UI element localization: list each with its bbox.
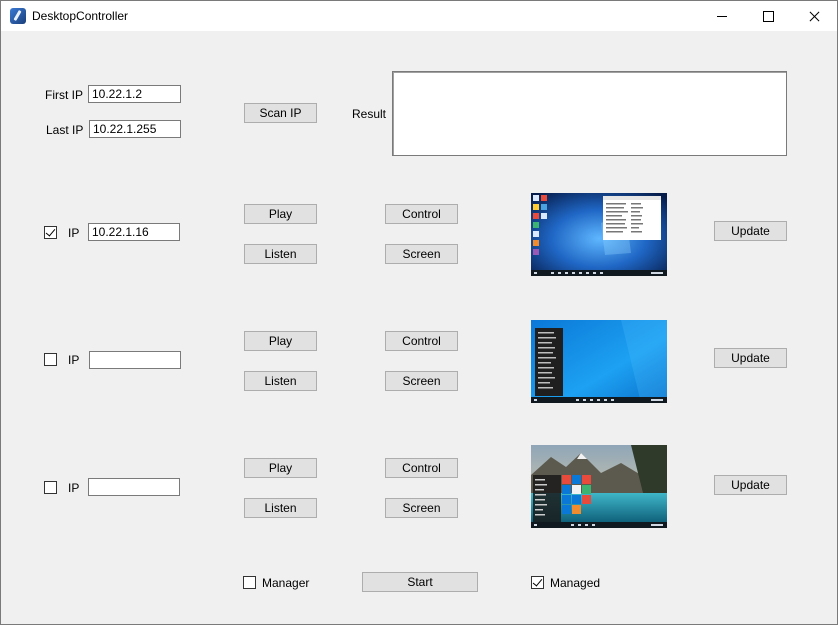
last-ip-label: Last IP [46,123,84,137]
client-3-listen-button[interactable]: Listen [244,498,317,518]
client-2-listen-button[interactable]: Listen [244,371,317,391]
client-2-ip-label: IP [68,353,80,367]
client-3-play-button[interactable]: Play [244,458,317,478]
client-1-screen-thumbnail [531,193,667,276]
app-window: DesktopController First IP Last IP Scan … [0,0,838,625]
minimize-icon[interactable] [699,1,745,31]
client-2-checkbox[interactable] [44,353,57,366]
client-2-control-button[interactable]: Control [385,331,458,351]
client-3-screen-thumbnail [531,445,667,528]
manager-label: Manager [262,576,310,590]
client-3-ip-label: IP [68,481,80,495]
client-3-update-button[interactable]: Update [714,475,787,495]
scan-ip-button[interactable]: Scan IP [244,103,317,123]
client-1-screen-button[interactable]: Screen [385,244,458,264]
close-icon[interactable] [791,1,837,31]
last-ip-input[interactable] [89,120,181,138]
first-ip-label: First IP [45,88,83,102]
window-title: DesktopController [32,9,129,23]
result-textbox[interactable] [392,71,787,156]
manager-checkbox[interactable] [243,576,256,589]
client-2-ip-input[interactable] [89,351,181,369]
managed-label: Managed [550,576,601,590]
client-3-checkbox[interactable] [44,481,57,494]
result-label: Result [352,107,387,121]
maximize-icon[interactable] [745,1,791,31]
client-1-checkbox[interactable] [44,226,57,239]
managed-checkbox[interactable] [531,576,544,589]
start-button[interactable]: Start [362,572,478,592]
client-2-screen-thumbnail [531,320,667,403]
client-1-listen-button[interactable]: Listen [244,244,317,264]
first-ip-input[interactable] [88,85,181,103]
client-1-update-button[interactable]: Update [714,221,787,241]
client-1-play-button[interactable]: Play [244,204,317,224]
client-3-screen-button[interactable]: Screen [385,498,458,518]
client-3-control-button[interactable]: Control [385,458,458,478]
client-3-ip-input[interactable] [88,478,180,496]
client-1-ip-label: IP [68,226,80,240]
client-2-play-button[interactable]: Play [244,331,317,351]
title-bar: DesktopController [1,1,837,31]
client-1-ip-input[interactable] [88,223,180,241]
client-2-update-button[interactable]: Update [714,348,787,368]
app-icon [10,8,26,24]
client-1-control-button[interactable]: Control [385,204,458,224]
client-2-screen-button[interactable]: Screen [385,371,458,391]
